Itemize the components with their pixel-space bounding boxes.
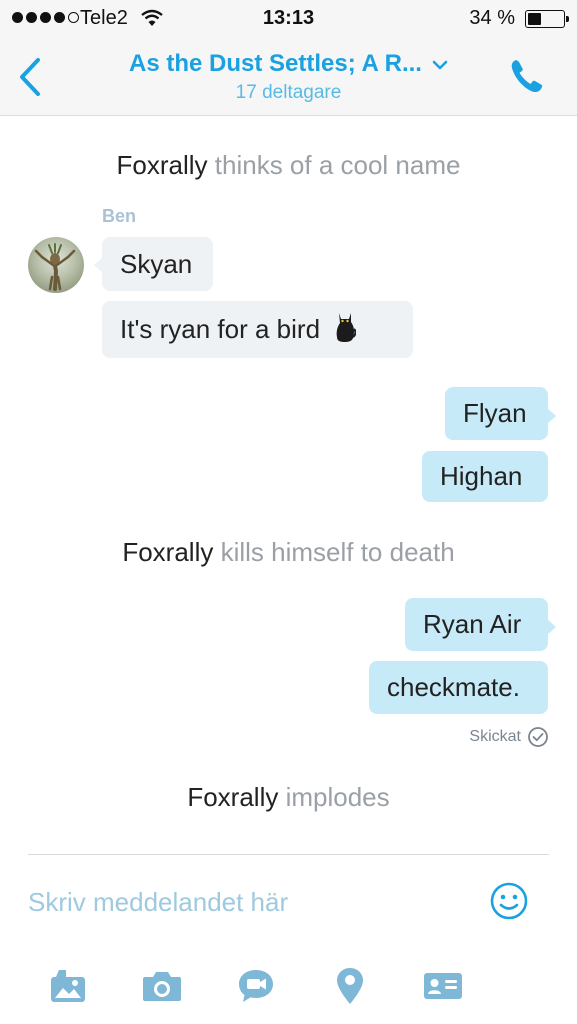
chevron-left-icon [20,58,40,96]
delivery-status: Skickat [469,726,549,748]
conversation-title: As the Dust Settles; A R... [100,50,477,78]
battery-percent: 34 % [469,7,515,29]
message-bubble-outgoing[interactable]: Flyan [445,387,556,440]
message-text: Flyan [463,398,527,428]
conversation-header: As the Dust Settles; A R... 17 deltagare [0,38,577,116]
check-circle-icon [528,727,548,747]
message-text: Ryan Air [423,609,522,639]
video-message-icon [239,970,273,1002]
message-text: Highan [440,461,523,491]
system-message-action: kills himself to death [213,537,455,567]
composer-toolbar [0,962,577,1012]
video-message-button[interactable] [234,964,278,1008]
message-bubble-incoming[interactable]: Skyan [94,237,213,291]
battery-icon [525,10,569,28]
delivery-status-text: Skickat [469,728,521,745]
avatar[interactable] [28,237,84,293]
chevron-down-icon [432,49,448,77]
message-bubble-outgoing[interactable]: checkmate. [369,661,548,714]
message-input[interactable] [28,880,468,924]
contact-card-icon [424,973,462,999]
message-bubble-incoming[interactable]: It's ryan for a bird [102,301,413,358]
message-text: checkmate. [387,672,520,702]
cat-emoji-icon [334,309,357,350]
chat-screen: Tele2 13:13 34 % As the Dust Settles; A … [0,0,577,1024]
system-message: Foxrally thinks of a cool name [0,150,577,181]
system-message: Foxrally implodes [0,782,577,813]
phone-icon [511,60,543,93]
composer-divider [28,854,549,855]
message-bubble-outgoing[interactable]: Highan [422,451,548,502]
location-button[interactable] [328,964,372,1008]
message-list[interactable]: Foxrally thinks of a cool name Ben Skyan… [0,117,577,853]
system-message: Foxrally kills himself to death [0,537,577,568]
smiley-icon [490,882,528,920]
conversation-title-text: As the Dust Settles; A R... [129,50,422,77]
status-bar: Tele2 13:13 34 % [0,0,577,38]
call-button[interactable] [507,56,547,96]
system-message-action: thinks of a cool name [207,150,461,180]
avatar-image [34,243,76,291]
location-icon [337,968,363,1004]
conversation-title-button[interactable]: As the Dust Settles; A R... 17 deltagare [100,50,477,104]
message-text: It's ryan for a bird [120,314,321,344]
participant-count: 17 deltagare [235,82,342,103]
camera-icon [143,972,181,1001]
sender-name: Ben [102,206,137,226]
system-message-actor: Foxrally [116,150,208,180]
back-button[interactable] [14,54,48,100]
message-text: Skyan [120,248,193,279]
system-message-actor: Foxrally [187,782,279,812]
message-bubble-outgoing[interactable]: Ryan Air [405,598,556,651]
system-message-action: implodes [278,782,390,812]
system-message-actor: Foxrally [122,537,214,567]
media-button[interactable] [46,964,90,1008]
media-icon [51,970,85,1002]
emoji-button[interactable] [489,881,529,921]
camera-button[interactable] [140,964,184,1008]
contact-card-button[interactable] [421,964,465,1008]
